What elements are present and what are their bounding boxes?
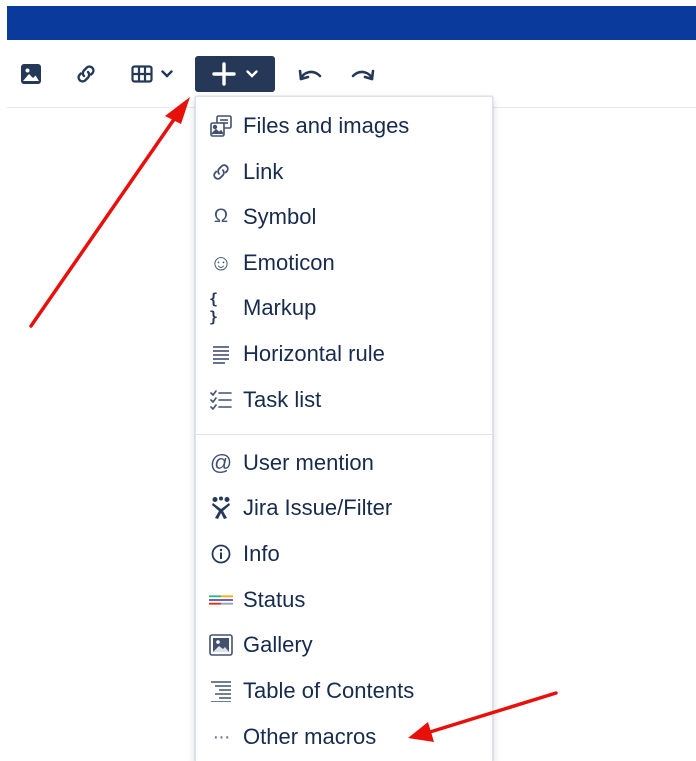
menu-item-emoticon[interactable]: ☺ Emoticon [196, 243, 492, 283]
at-icon: @ [209, 450, 233, 475]
gallery-icon [209, 633, 233, 657]
menu-item-label: Jira Issue/Filter [243, 495, 393, 520]
insert-more-button[interactable] [195, 56, 275, 92]
menu-item-label: Link [243, 159, 284, 184]
task-list-icon [209, 388, 233, 412]
menu-item-symbol[interactable]: Ω Symbol [196, 197, 492, 237]
menu-item-label: Gallery [243, 632, 313, 657]
link-icon [209, 160, 233, 184]
status-icon [209, 588, 233, 612]
table-icon [131, 65, 153, 83]
more-icon: ··· [212, 725, 231, 748]
menu-item-label: Info [243, 541, 280, 566]
insert-image-button[interactable] [16, 56, 46, 92]
menu-item-status[interactable]: Status [196, 580, 492, 620]
braces-icon: { } [209, 290, 219, 326]
menu-item-label: Other macros [243, 724, 377, 749]
menu-item-label: Task list [243, 387, 322, 412]
menu-item-info[interactable]: Info [196, 534, 492, 574]
omega-icon: Ω [213, 206, 229, 227]
plus-icon [212, 62, 236, 86]
redo-icon [350, 66, 376, 82]
jira-icon [209, 496, 233, 520]
insert-table-button[interactable] [120, 56, 184, 92]
table-of-contents-icon [209, 679, 233, 703]
menu-item-other-macros[interactable]: ··· Other macros [196, 717, 492, 757]
menu-item-user-mention[interactable]: @ User mention [196, 443, 492, 483]
insert-link-button[interactable] [70, 56, 102, 92]
files-images-icon [209, 114, 233, 138]
horizontal-rule-icon [209, 342, 233, 366]
menu-item-task-list[interactable]: Task list [196, 380, 492, 420]
image-icon [20, 63, 42, 85]
top-header-bar [7, 6, 696, 40]
menu-item-label: Markup [243, 295, 317, 320]
menu-item-table-of-contents[interactable]: Table of Contents [196, 671, 492, 711]
chevron-down-icon [161, 70, 173, 78]
smiley-icon: ☺ [209, 250, 233, 275]
menu-item-label: Symbol [243, 204, 317, 229]
menu-item-label: Table of Contents [243, 678, 415, 703]
menu-item-markup[interactable]: { } Markup [196, 288, 492, 328]
menu-item-label: Emoticon [243, 250, 335, 275]
menu-item-label: Status [243, 587, 306, 612]
menu-item-gallery[interactable]: Gallery [196, 625, 492, 665]
arrow-to-insert-button [29, 97, 190, 328]
menu-separator [196, 434, 492, 435]
menu-item-label: Files and images [243, 113, 410, 138]
undo-icon [297, 66, 323, 82]
chevron-down-icon [246, 70, 258, 78]
info-icon [209, 542, 233, 566]
menu-item-horizontal-rule[interactable]: Horizontal rule [196, 334, 492, 374]
link-icon [74, 62, 98, 86]
menu-item-label: Horizontal rule [243, 341, 385, 366]
menu-item-label: User mention [243, 450, 374, 475]
undo-button[interactable] [292, 56, 328, 92]
insert-dropdown-menu: Files and images Link Ω Symbol ☺ Emotico… [195, 96, 493, 761]
menu-item-files-and-images[interactable]: Files and images [196, 106, 492, 146]
menu-item-jira-issue-filter[interactable]: Jira Issue/Filter [196, 488, 492, 528]
redo-button[interactable] [345, 56, 381, 92]
menu-item-link[interactable]: Link [196, 152, 492, 192]
